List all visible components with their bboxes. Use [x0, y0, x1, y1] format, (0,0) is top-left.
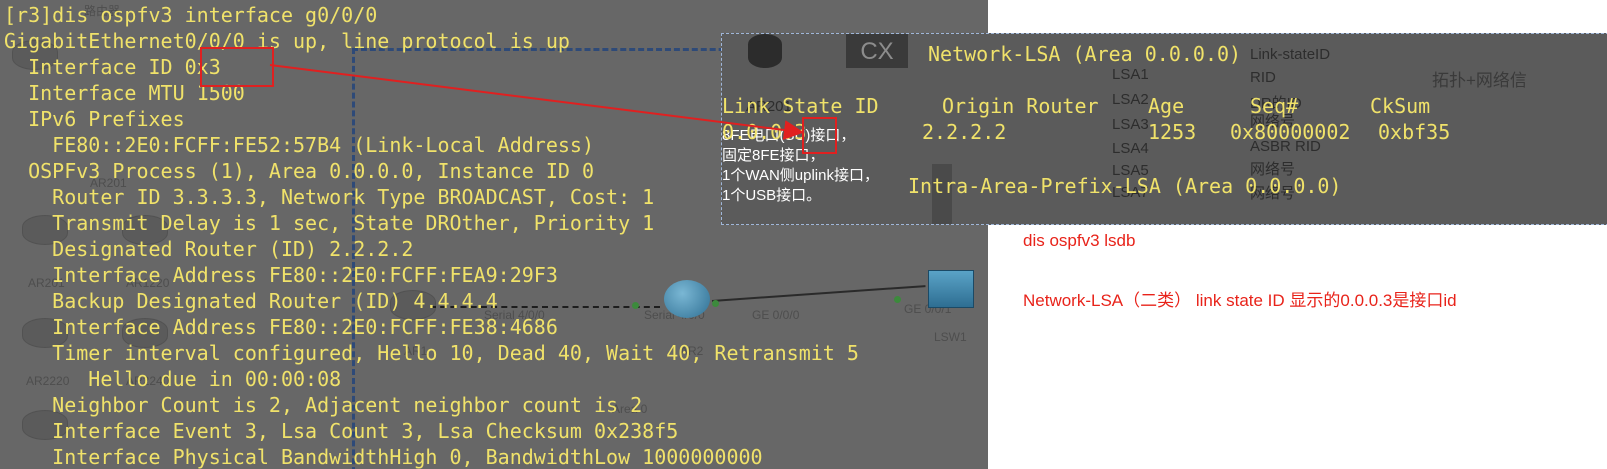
terminal-line: Designated Router (ID) 2.2.2.2: [4, 237, 414, 261]
side-text: 拓扑+网络信: [1432, 71, 1527, 90]
lsdb-popup[interactable]: CX LSA1 LSA2 LSA3 LSA4 LSA5 LSA7 Link-st…: [721, 33, 1607, 225]
switch-icon: [928, 270, 974, 308]
terminal-line: Hello due in 00:00:08: [4, 367, 342, 391]
terminal-line: Timer interval configured, Hello 10, Dea…: [4, 341, 859, 365]
column-link-state-id: Link State ID: [722, 94, 879, 118]
port-dot: [632, 302, 639, 309]
database-icon: [748, 34, 782, 68]
lsa-desc: RID: [1250, 69, 1276, 86]
cell-cksum: 0xbf35: [1378, 120, 1451, 144]
terminal-line: IPv6 Prefixes: [4, 107, 185, 131]
port-dot: [712, 300, 719, 307]
terminal-line: Interface Address FE80::2E0:FCFF:FE38:46…: [4, 315, 558, 339]
port-dot: [894, 296, 901, 303]
terminal-line: GigabitEthernet0/0/0 is up, line protoco…: [4, 29, 570, 53]
lsa-label: LSA1: [1112, 66, 1149, 83]
command-annotation: dis ospfv3 lsdb: [1023, 231, 1136, 250]
topology-label: LSW1: [934, 330, 967, 344]
cell-age: 1253: [1148, 120, 1197, 144]
cell-seq: 0x80000002: [1230, 120, 1351, 144]
cell-origin-router: 2.2.2.2: [922, 120, 1007, 144]
lsa-label: LSA2: [1112, 91, 1149, 108]
column-seq: Seq#: [1250, 94, 1299, 118]
device-desc: 1个USB接口。: [722, 187, 822, 204]
column-origin-router: Origin Router: [942, 94, 1099, 118]
terminal-line: Neighbor Count is 2, Adjacent neighbor c…: [4, 393, 643, 417]
lsa-desc: Link-stateID: [1250, 46, 1331, 63]
terminal-line: Interface Event 3, Lsa Count 3, Lsa Chec…: [4, 419, 679, 443]
interface-id-highlight: [200, 47, 274, 87]
column-cksum: CkSum: [1370, 94, 1431, 118]
link-state-id-highlight: [802, 117, 837, 154]
column-age: Age: [1148, 94, 1185, 118]
lsa-label: LSA3: [1112, 116, 1149, 133]
terminal-line: Backup Designated Router (ID) 4.4.4.4: [4, 289, 498, 313]
cx-icon: CX: [846, 34, 908, 68]
device-desc: 1个WAN侧uplink接口，: [722, 167, 879, 184]
lsa-label: LSA4: [1112, 140, 1149, 157]
terminal-line: OSPFv3 Process (1), Area 0.0.0.0, Instan…: [4, 159, 595, 183]
terminal-line: Router ID 3.3.3.3, Network Type BROADCAS…: [4, 185, 655, 209]
cell-link-state-id: 0.0.0.3: [722, 120, 807, 144]
topology-label: GE 0/0/0: [752, 308, 800, 322]
lsdb-section-title: Network-LSA (Area 0.0.0.0): [928, 42, 1242, 66]
terminal-line: Interface ID 0x3: [4, 55, 221, 79]
terminal-line: Interface Address FE80::2E0:FCFF:FEA9:29…: [4, 263, 558, 287]
terminal-line: [r3]dis ospfv3 interface g0/0/0: [4, 3, 378, 27]
terminal-line: FE80::2E0:FCFF:FE52:57B4 (Link-Local Add…: [4, 133, 595, 157]
terminal-line: Transmit Delay is 1 sec, State DROther, …: [4, 211, 655, 235]
lsdb-section-title: Intra-Area-Prefix-LSA (Area 0.0.0.0): [908, 174, 1342, 198]
router-icon: [664, 280, 710, 318]
terminal-line: Interface Physical BandwidthHigh 0, Band…: [4, 445, 763, 469]
explanation-note: Network-LSA（二类） link state ID 显示的0.0.0.3…: [1023, 291, 1457, 310]
